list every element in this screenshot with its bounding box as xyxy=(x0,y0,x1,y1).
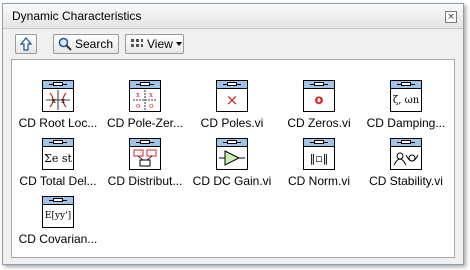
distribute-delay-icon xyxy=(129,138,161,170)
covariance-icon: E[yy'] xyxy=(42,196,74,228)
palette-item-label: CD Covarian... xyxy=(18,232,98,246)
view-button-label: View xyxy=(147,37,173,51)
palette-item-root-locus[interactable]: x x CD Root Loc... xyxy=(17,72,99,130)
toolbar: Search View xyxy=(11,34,455,56)
search-icon xyxy=(58,37,72,51)
total-delay-icon: Σe st xyxy=(42,138,74,170)
stability-icon xyxy=(390,138,422,170)
palette-item-distribute-delay[interactable]: CD Distribut... xyxy=(104,130,186,188)
pole-zero-map-icon: x x o o xyxy=(129,80,161,112)
palette-item-stability[interactable]: CD Stability.vi xyxy=(365,130,447,188)
dc-gain-icon xyxy=(216,138,248,170)
palette-item-label: CD Pole-Zer... xyxy=(106,116,184,130)
svg-text:x: x xyxy=(61,97,65,105)
palette-item-norm[interactable]: ‖▫‖ CD Norm.vi xyxy=(278,130,360,188)
palette-window: Dynamic Characteristics × Search View x … xyxy=(2,3,464,265)
window-title: Dynamic Characteristics xyxy=(12,9,142,23)
palette-content: x x CD Root Loc... x x o o CD Pole-Zer..… xyxy=(11,59,455,258)
norm-icon: ‖▫‖ xyxy=(303,138,335,170)
poles-icon: × xyxy=(216,80,248,112)
search-button-label: Search xyxy=(75,37,114,51)
palette-item-total-delay[interactable]: Σe st CD Total Del... xyxy=(17,130,99,188)
view-options-icon xyxy=(131,39,143,47)
palette-item-covariance[interactable]: E[yy'] CD Covarian... xyxy=(17,188,99,246)
damping-icon: ζ, ωn xyxy=(390,80,422,112)
palette-item-label: CD Norm.vi xyxy=(288,174,350,188)
palette-item-label: CD Root Loc... xyxy=(18,116,98,130)
palette-item-zeros[interactable]: o CD Zeros.vi xyxy=(278,72,360,130)
svg-text:x: x xyxy=(52,97,56,105)
palette-item-label: CD DC Gain.vi xyxy=(192,174,272,188)
search-button[interactable]: Search xyxy=(53,34,119,54)
view-button[interactable]: View xyxy=(125,34,184,54)
palette-item-label: CD Poles.vi xyxy=(200,116,264,130)
palette-item-poles[interactable]: × CD Poles.vi xyxy=(191,72,273,130)
svg-text:o: o xyxy=(149,102,153,110)
palette-item-dc-gain[interactable]: CD DC Gain.vi xyxy=(191,130,273,188)
root-locus-icon: x x xyxy=(42,80,74,112)
svg-text:x: x xyxy=(136,91,140,99)
palette-item-label: CD Stability.vi xyxy=(369,174,443,188)
palette-item-pole-zero[interactable]: x x o o CD Pole-Zer... xyxy=(104,72,186,130)
zeros-icon: o xyxy=(303,80,335,112)
palette-item-label: CD Zeros.vi xyxy=(287,116,351,130)
palette-item-label: CD Total Del... xyxy=(19,174,97,188)
close-icon[interactable]: × xyxy=(445,11,457,23)
up-arrow-icon xyxy=(20,37,32,51)
svg-text:o: o xyxy=(136,102,140,110)
title-bar[interactable]: Dynamic Characteristics × xyxy=(3,4,463,29)
svg-text:x: x xyxy=(149,91,153,99)
chevron-down-icon xyxy=(175,42,182,46)
up-level-button[interactable] xyxy=(15,34,37,54)
palette-item-damping[interactable]: ζ, ωn CD Damping... xyxy=(365,72,447,130)
palette-item-label: CD Damping... xyxy=(366,116,446,130)
palette-item-label: CD Distribut... xyxy=(107,174,183,188)
